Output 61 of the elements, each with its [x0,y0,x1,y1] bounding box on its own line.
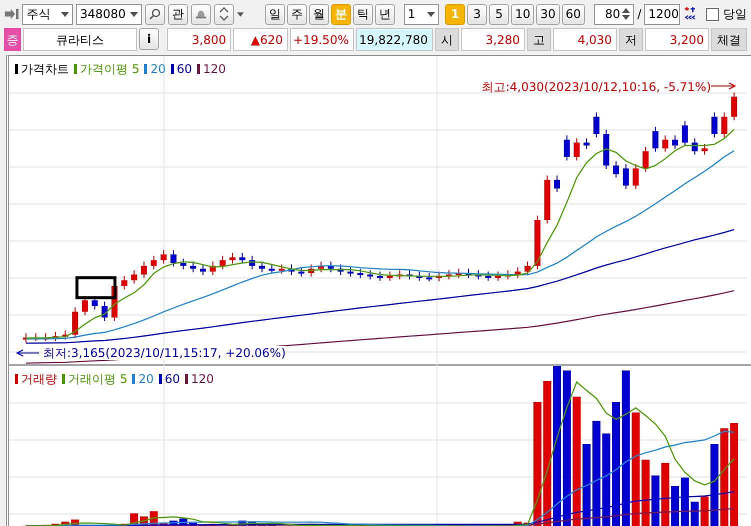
arrow-icon [16,350,40,356]
field-label: 고 [526,28,551,51]
today-checkbox[interactable] [706,8,719,20]
price-value: 3,800 [167,28,232,51]
interval-select[interactable]: 1 [404,4,440,24]
rate-value: +19.50% [290,28,354,51]
field-value: 4,030 [552,28,617,51]
period-tab[interactable]: 일 [264,4,285,24]
field-label: 시 [434,28,459,51]
volume-value: 19,822,780 [356,28,433,51]
stock-name-field[interactable]: 큐라티스 [22,28,138,51]
low-price-label: 최저:3,165(2023/10/11,15:17, +20.06%) [43,346,286,360]
field-value: 3,200 [644,28,709,51]
up-down-icon [218,7,229,21]
count-field[interactable]: 80 [594,4,634,24]
field-label: 체결 [710,28,747,51]
interval-tab[interactable]: 60 [562,4,585,24]
spin-icon [622,7,630,21]
arrow-icon [710,82,736,90]
arrow-in-icon[interactable] [4,7,20,21]
spinner-button[interactable] [214,4,234,24]
period-tab[interactable]: 월 [308,4,329,24]
period-tab[interactable]: 주 [286,4,307,24]
highlight-box [75,276,116,300]
legend-label: 거래량 [21,371,57,388]
interval-tab[interactable]: 3 [467,4,488,24]
interval-tab[interactable]: 5 [489,4,510,24]
legend-label: 60 [176,61,192,78]
separator-text: / [637,6,642,23]
period-tab[interactable]: 틱 [352,4,373,24]
interval-tab[interactable]: 30 [536,4,560,24]
legend-label: 60 [164,371,180,388]
high-price-label: 최고:4,030(2023/10/12,10:16, -5.71%) [482,79,711,96]
field-label: 저 [618,28,643,51]
legend-label: 120 [191,371,214,388]
change-value: ▲620 [233,28,288,51]
caret-icon [427,12,436,16]
alarm-button[interactable] [190,4,211,24]
code-field[interactable]: 348080 [76,4,142,24]
legend-label: 20 [138,371,154,388]
bell-icon [194,8,207,20]
total-field[interactable]: 1200 [644,4,680,24]
color-arrows-icon[interactable] [683,6,697,22]
watch-button[interactable]: 관 [168,4,188,24]
market-select[interactable]: 주식 [22,4,73,24]
checkbox-label: 당일 [723,6,747,23]
caret-icon [130,12,138,16]
caret-icon [236,12,244,16]
market-badge: 증 [4,28,21,51]
legend-label: 거래이평 5 [68,371,128,388]
interval-tab[interactable]: 10 [511,4,534,24]
search-button[interactable] [144,4,165,24]
info-button[interactable]: i [139,28,160,50]
legend-label: 20 [150,61,166,78]
search-icon [148,8,161,20]
legend-label: 가격이평 5 [80,61,140,78]
legend-label: 120 [203,61,226,78]
field-value: 3,280 [460,28,525,51]
legend-label: 가격차트 [21,61,69,78]
caret-icon [60,12,69,16]
period-tab[interactable]: 년 [374,4,395,24]
